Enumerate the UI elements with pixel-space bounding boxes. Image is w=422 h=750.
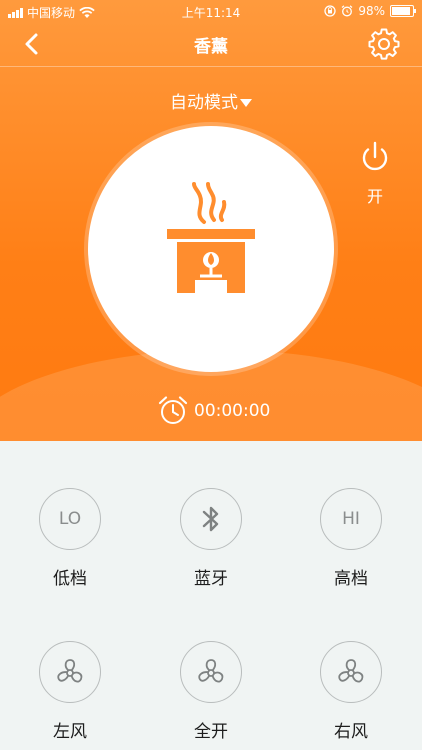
- power-icon[interactable]: [357, 140, 393, 176]
- high-speed-button[interactable]: HI 高档: [306, 488, 396, 589]
- gear-icon[interactable]: [368, 28, 400, 60]
- fan-glyph-icon: [198, 659, 224, 683]
- left-fan-button[interactable]: 左风: [25, 641, 115, 742]
- fan-glyph-icon: [57, 659, 83, 683]
- bluetooth-icon: [180, 488, 242, 550]
- caret-down-icon: [240, 99, 252, 107]
- low-speed-button[interactable]: LO 低档: [25, 488, 115, 589]
- timer-value: 00:00:00: [194, 401, 271, 421]
- mode-label: 自动模式: [170, 93, 238, 113]
- fan-glyph-icon: [338, 659, 364, 683]
- all-on-button[interactable]: 全开: [166, 641, 256, 742]
- bluetooth-glyph-icon: [202, 506, 219, 532]
- mode-dropdown[interactable]: 自动模式: [0, 88, 422, 113]
- alarm-icon: [341, 5, 353, 17]
- fan-icon: [180, 641, 242, 703]
- left-fan-label: 左风: [53, 722, 87, 742]
- all-on-label: 全开: [194, 722, 228, 742]
- nav-bar: 香薰: [0, 22, 422, 67]
- high-speed-label: 高档: [334, 569, 368, 589]
- low-speed-label: 低档: [53, 569, 87, 589]
- alarm-clock-icon: [158, 396, 188, 424]
- page-title: 香薰: [194, 37, 228, 57]
- right-fan-label: 右风: [334, 722, 368, 742]
- battery-percent: 98%: [358, 4, 385, 18]
- right-fan-button[interactable]: 右风: [306, 641, 396, 742]
- status-right: 98%: [324, 4, 416, 18]
- header-area: 中国移动 上午11:14 98% 香薰 自动模式 开 00:00:00: [0, 0, 422, 441]
- hi-icon-text: HI: [342, 509, 360, 529]
- power-label: 开: [366, 187, 383, 206]
- fan-icon: [320, 641, 382, 703]
- status-bar: 中国移动 上午11:14 98%: [0, 0, 422, 22]
- fan-icon: [39, 641, 101, 703]
- battery-icon: [390, 5, 416, 17]
- aroma-burner-icon: [167, 182, 255, 293]
- hi-icon: HI: [320, 488, 382, 550]
- bluetooth-label: 蓝牙: [194, 569, 228, 589]
- lo-icon-text: LO: [58, 509, 82, 529]
- orientation-lock-icon: [324, 5, 336, 17]
- bluetooth-button[interactable]: 蓝牙: [166, 488, 256, 589]
- timer[interactable]: 00:00:00: [156, 394, 270, 428]
- lo-icon: LO: [39, 488, 101, 550]
